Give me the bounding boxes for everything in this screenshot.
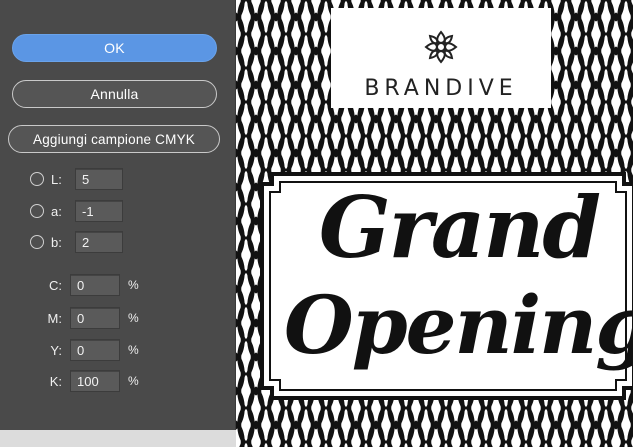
radio-l[interactable]: [30, 172, 44, 186]
lab-row-b: b: 2: [30, 231, 123, 253]
lab-label-a: a:: [51, 203, 62, 219]
lab-field-l[interactable]: 5: [75, 168, 123, 190]
lab-label-l: L:: [51, 171, 62, 187]
headline-line2: Opening: [284, 278, 633, 372]
percent-label: %: [128, 374, 139, 388]
lab-row-a: a: -1: [30, 200, 123, 222]
cmyk-row-m: M: 0 %: [40, 307, 139, 329]
cancel-button[interactable]: Annulla: [12, 80, 217, 108]
percent-label: %: [128, 278, 139, 292]
lab-field-b[interactable]: 2: [75, 231, 123, 253]
percent-label: %: [128, 311, 139, 325]
artwork-canvas: BRANDIVE Grand Opening: [236, 0, 633, 447]
radio-b[interactable]: [30, 235, 44, 249]
cmyk-label-m: M:: [47, 310, 62, 326]
cmyk-field-y[interactable]: 0: [70, 339, 120, 361]
cmyk-label-c: C:: [49, 277, 62, 293]
cmyk-field-c[interactable]: 0: [70, 274, 120, 296]
flourish-icon: [424, 30, 458, 64]
brand-name: BRANDIVE: [364, 76, 518, 101]
percent-label: %: [128, 343, 139, 357]
canvas-gutter: [0, 430, 236, 447]
lab-field-a[interactable]: -1: [75, 200, 123, 222]
add-cmyk-swatch-button[interactable]: Aggiungi campione CMYK: [8, 125, 220, 153]
cmyk-field-m[interactable]: 0: [70, 307, 120, 329]
radio-a[interactable]: [30, 204, 44, 218]
cmyk-row-c: C: 0 %: [40, 274, 139, 296]
brand-logo-box: BRANDIVE: [331, 8, 551, 108]
ok-button[interactable]: OK: [12, 34, 217, 62]
headline-line1: Grand: [318, 178, 601, 277]
color-picker-panel: OK Annulla Aggiungi campione CMYK L: 5 a…: [0, 0, 236, 430]
cmyk-field-k[interactable]: 100: [70, 370, 120, 392]
lab-label-b: b:: [51, 234, 62, 250]
cmyk-label-k: K:: [49, 373, 62, 389]
cmyk-label-y: Y:: [50, 342, 62, 358]
cmyk-row-k: K: 100 %: [40, 370, 139, 392]
cmyk-row-y: Y: 0 %: [40, 339, 139, 361]
lab-row-l: L: 5: [30, 168, 123, 190]
